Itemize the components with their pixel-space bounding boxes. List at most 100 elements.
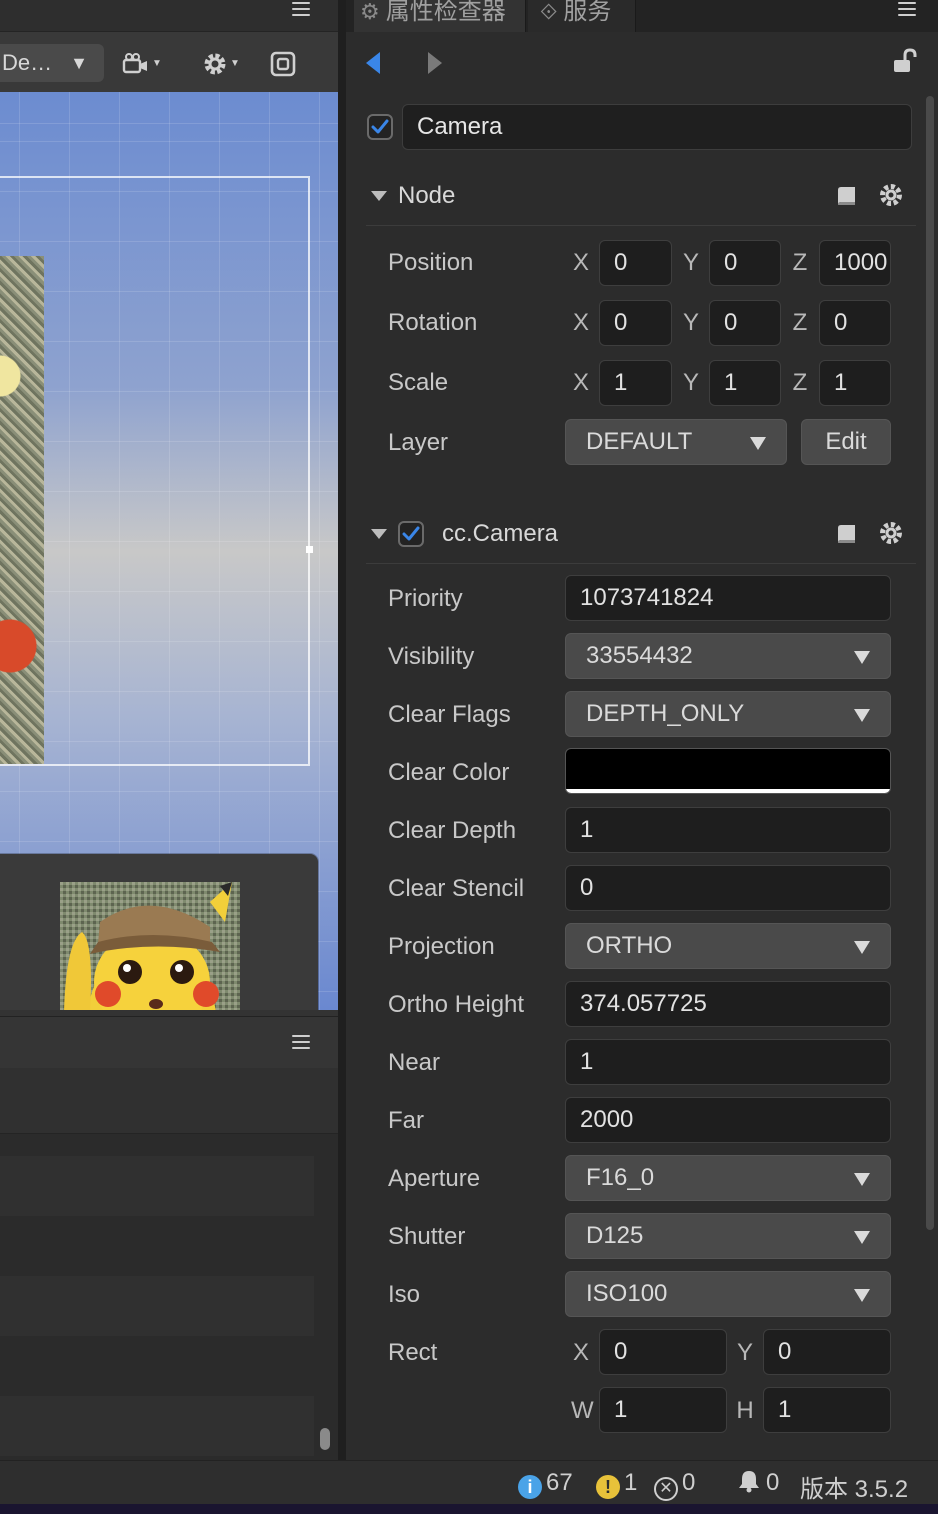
error-icon: ✕ bbox=[654, 1477, 678, 1501]
bell-icon bbox=[739, 1471, 759, 1493]
scene-settings-button[interactable]: ▼ bbox=[202, 44, 252, 82]
ortho-height-label: Ortho Height bbox=[388, 991, 525, 1018]
rotation-label: Rotation bbox=[388, 309, 478, 336]
assets-scrollbar[interactable] bbox=[320, 1428, 330, 1450]
alpha-bar bbox=[566, 789, 890, 793]
axis-w-label[interactable]: W bbox=[571, 1397, 594, 1425]
clear-flags-select[interactable]: DEPTH_ONLY bbox=[565, 691, 891, 737]
priority-input[interactable]: 1073741824 bbox=[565, 575, 891, 621]
layer-label: Layer bbox=[388, 429, 449, 456]
caret-down-icon: ▼ bbox=[70, 53, 88, 73]
gear-icon[interactable] bbox=[878, 182, 904, 208]
camera-frame-handle[interactable] bbox=[306, 546, 313, 553]
axis-x-label[interactable]: X bbox=[571, 1339, 591, 1367]
gear-icon[interactable] bbox=[878, 520, 904, 546]
axis-y-label[interactable]: Y bbox=[681, 369, 701, 397]
iso-select[interactable]: ISO100 bbox=[565, 1271, 891, 1317]
scale-y-input[interactable]: 1 bbox=[709, 360, 781, 406]
gear-icon: ⚙ bbox=[360, 0, 380, 24]
axis-y-label[interactable]: Y bbox=[681, 309, 701, 337]
axis-h-label[interactable]: H bbox=[735, 1397, 755, 1425]
collapse-triangle-icon[interactable] bbox=[371, 191, 387, 201]
iso-label: Iso bbox=[388, 1281, 421, 1308]
camera-frame bbox=[0, 176, 310, 766]
rotation-z-input[interactable]: 0 bbox=[819, 300, 891, 346]
position-z-input[interactable]: 1000 bbox=[819, 240, 891, 286]
clear-color-swatch[interactable] bbox=[565, 748, 891, 794]
list-item[interactable] bbox=[0, 1396, 314, 1456]
axis-y-label[interactable]: Y bbox=[735, 1339, 755, 1367]
shutter-select[interactable]: D125 bbox=[565, 1213, 891, 1259]
menu-icon[interactable] bbox=[292, 1035, 310, 1049]
rect-w-input[interactable]: 1 bbox=[599, 1387, 727, 1433]
rotation-x-input[interactable]: 0 bbox=[599, 300, 672, 346]
position-x-input[interactable]: 0 bbox=[599, 240, 672, 286]
panel-divider[interactable] bbox=[338, 0, 346, 1460]
axis-z-label[interactable]: Z bbox=[790, 369, 810, 397]
menu-icon[interactable] bbox=[898, 2, 916, 16]
far-label: Far bbox=[388, 1107, 424, 1134]
list-item[interactable] bbox=[0, 1156, 314, 1216]
assets-toolbar bbox=[0, 1068, 338, 1134]
rotation-y-input[interactable]: 0 bbox=[709, 300, 781, 346]
axis-x-label[interactable]: X bbox=[571, 369, 591, 397]
node-name-input[interactable]: Camera bbox=[402, 104, 912, 150]
inspector-scrollbar[interactable] bbox=[926, 96, 934, 1230]
list-item[interactable] bbox=[0, 1276, 314, 1336]
visibility-select[interactable]: 33554432 bbox=[565, 633, 891, 679]
node-active-checkbox[interactable] bbox=[367, 114, 393, 140]
scene-toolbar: De… ▼ ▼ ▼ bbox=[0, 0, 338, 92]
layer-edit-button[interactable]: Edit bbox=[801, 419, 891, 465]
scene-tab-strip bbox=[0, 0, 338, 32]
axis-x-label[interactable]: X bbox=[571, 309, 591, 337]
node-section-header[interactable]: Node bbox=[366, 168, 918, 224]
maximize-button[interactable] bbox=[270, 44, 300, 82]
forward-arrow-icon[interactable] bbox=[428, 52, 442, 74]
camera-component-checkbox[interactable] bbox=[398, 521, 424, 547]
tab-services[interactable]: ⟐ 服务 bbox=[528, 0, 636, 32]
caret-down-icon bbox=[854, 709, 870, 722]
layer-select[interactable]: DEFAULT bbox=[565, 419, 787, 465]
menu-icon[interactable] bbox=[292, 2, 310, 16]
aperture-select-value: F16_0 bbox=[586, 1164, 655, 1191]
axis-z-label[interactable]: Z bbox=[790, 249, 810, 277]
scene-panel: De… ▼ ▼ ▼ bbox=[0, 0, 338, 1460]
rect-h-input[interactable]: 1 bbox=[763, 1387, 891, 1433]
axis-y-label[interactable]: Y bbox=[681, 249, 701, 277]
priority-label: Priority bbox=[388, 585, 463, 612]
camera-section-header[interactable]: cc.Camera bbox=[366, 506, 918, 562]
camera-tool-button[interactable]: ▼ bbox=[122, 44, 172, 82]
near-label: Near bbox=[388, 1049, 441, 1076]
info-count[interactable]: i 67 bbox=[518, 1469, 573, 1499]
scene-camera-select[interactable]: De… ▼ bbox=[0, 44, 104, 82]
projection-select-value: ORTHO bbox=[586, 932, 673, 959]
rect-x-input[interactable]: 0 bbox=[599, 1329, 727, 1375]
axis-z-label[interactable]: Z bbox=[790, 309, 810, 337]
scale-x-input[interactable]: 1 bbox=[599, 360, 672, 406]
back-arrow-icon[interactable] bbox=[366, 52, 380, 74]
far-input[interactable]: 2000 bbox=[565, 1097, 891, 1143]
error-count[interactable]: ✕ 0 bbox=[654, 1469, 695, 1501]
ortho-height-input[interactable]: 374.057725 bbox=[565, 981, 891, 1027]
scene-viewport[interactable] bbox=[0, 92, 338, 1010]
assets-panel bbox=[0, 1016, 338, 1460]
near-input[interactable]: 1 bbox=[565, 1039, 891, 1085]
rect-y-input[interactable]: 0 bbox=[763, 1329, 891, 1375]
collapse-triangle-icon[interactable] bbox=[371, 529, 387, 539]
projection-select[interactable]: ORTHO bbox=[565, 923, 891, 969]
notification-count[interactable]: 0 bbox=[738, 1469, 779, 1497]
position-y-input[interactable]: 0 bbox=[709, 240, 781, 286]
clear-stencil-input[interactable]: 0 bbox=[565, 865, 891, 911]
scale-z-input[interactable]: 1 bbox=[819, 360, 891, 406]
tab-inspector[interactable]: ⚙ 属性检查器 bbox=[354, 0, 526, 32]
help-book-icon[interactable] bbox=[834, 184, 858, 208]
caret-down-icon bbox=[854, 1173, 870, 1186]
warning-count[interactable]: ! 1 bbox=[596, 1469, 637, 1499]
aperture-select[interactable]: F16_0 bbox=[565, 1155, 891, 1201]
error-count-value: 0 bbox=[682, 1469, 696, 1496]
unlock-icon[interactable] bbox=[892, 48, 918, 74]
help-book-icon[interactable] bbox=[834, 522, 858, 546]
clear-depth-input[interactable]: 1 bbox=[565, 807, 891, 853]
shutter-label: Shutter bbox=[388, 1223, 466, 1250]
axis-x-label[interactable]: X bbox=[571, 249, 591, 277]
